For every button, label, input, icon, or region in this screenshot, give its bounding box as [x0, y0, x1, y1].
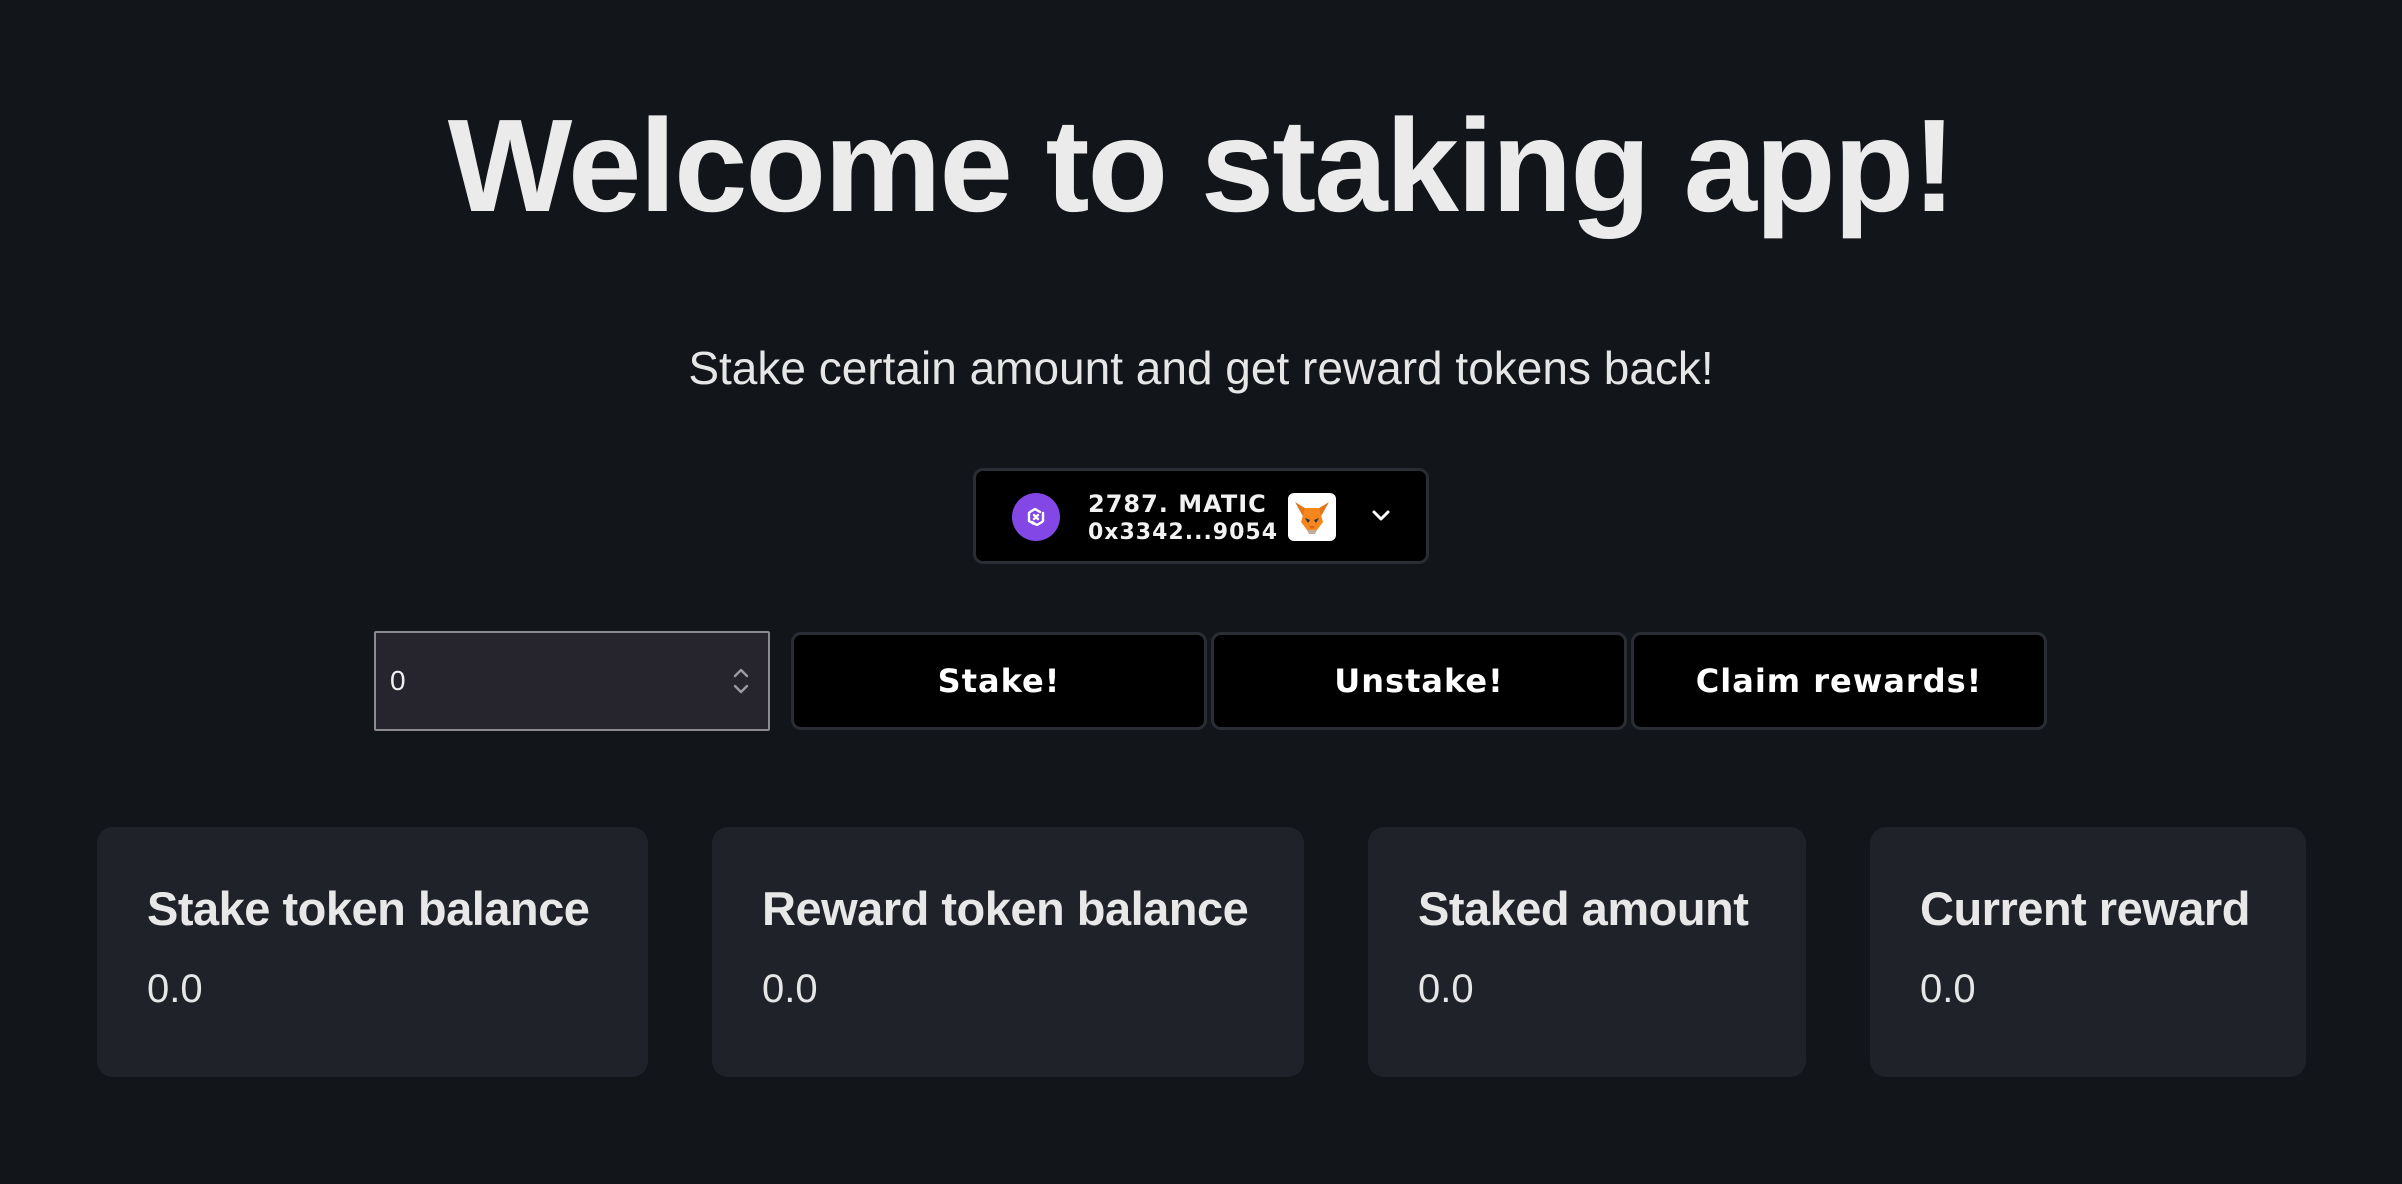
stat-card-reward-token-balance: Reward token balance 0.0	[712, 827, 1304, 1077]
chevron-down-icon[interactable]	[1366, 501, 1396, 531]
metamask-fox-icon	[1288, 493, 1336, 541]
stat-card-staked-amount: Staked amount 0.0	[1368, 827, 1806, 1077]
stake-amount-input[interactable]	[376, 633, 706, 729]
stake-button[interactable]: Stake!	[791, 632, 1207, 730]
stat-value: 0.0	[147, 967, 203, 1011]
number-spinner-icon[interactable]	[730, 663, 752, 699]
stat-label: Stake token balance	[147, 882, 590, 935]
wallet-balance: 2787. MATIC	[1088, 490, 1267, 518]
claim-rewards-button[interactable]: Claim rewards!	[1631, 632, 2047, 730]
stat-value: 0.0	[1920, 967, 1976, 1011]
polygon-icon	[1012, 493, 1060, 541]
stake-amount-field	[374, 631, 770, 731]
page-subtitle: Stake certain amount and get reward toke…	[688, 342, 1714, 394]
stat-value: 0.0	[762, 967, 818, 1011]
wallet-address: 0x3342...9054	[1088, 520, 1279, 545]
stat-card-stake-token-balance: Stake token balance 0.0	[97, 827, 648, 1077]
page-title: Welcome to staking app!	[447, 92, 1956, 239]
stat-label: Staked amount	[1418, 882, 1749, 935]
wallet-info: 2787. MATIC 0x3342...9054	[1088, 489, 1278, 547]
stat-label: Reward token balance	[762, 882, 1249, 935]
stat-label: Current reward	[1920, 882, 2250, 935]
stat-value: 0.0	[1418, 967, 1474, 1011]
unstake-button[interactable]: Unstake!	[1211, 632, 1627, 730]
stat-card-current-reward: Current reward 0.0	[1870, 827, 2306, 1077]
wallet-connect-button[interactable]: 2787. MATIC 0x3342...9054	[973, 468, 1429, 564]
